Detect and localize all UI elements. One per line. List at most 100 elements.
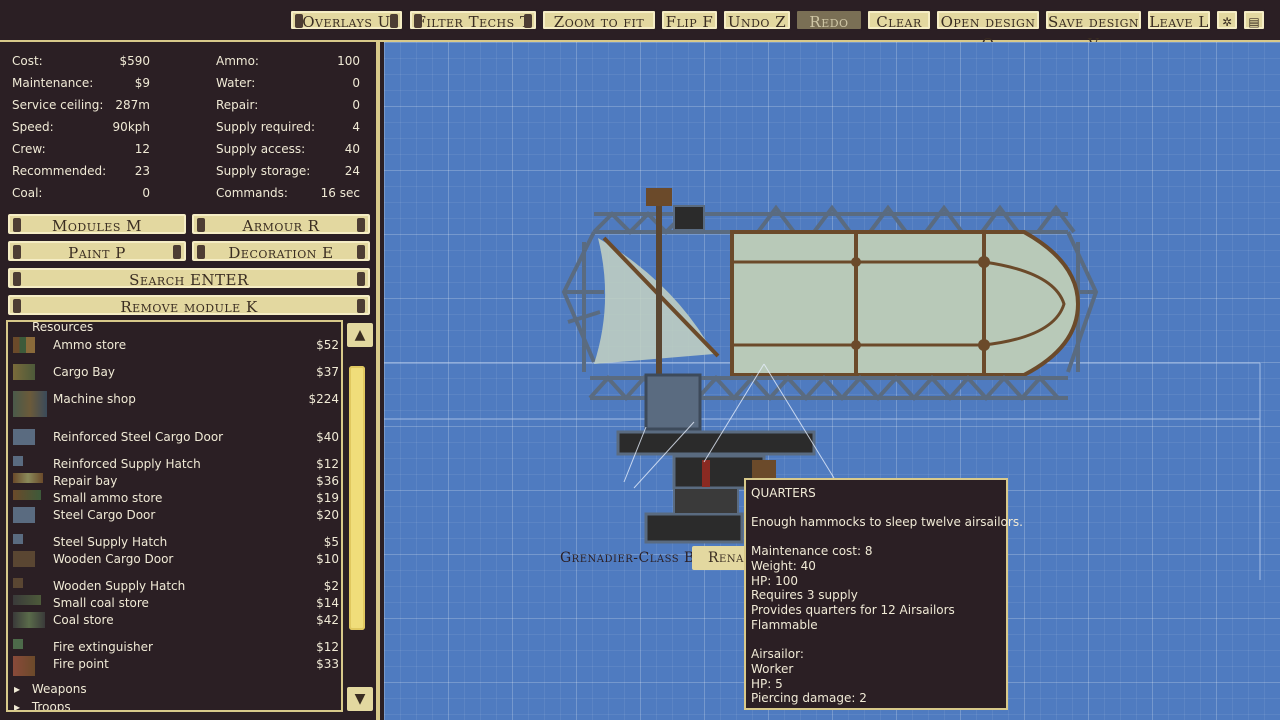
armour-button[interactable]: Armour R (190, 212, 372, 236)
redo-label: Redo (809, 13, 849, 31)
paint-button[interactable]: Paint P (6, 239, 188, 263)
cockpit-module (673, 205, 705, 231)
stat-recommended: Recommended: 23 (12, 163, 150, 179)
item-price: $2 (323, 579, 339, 593)
category-label: Resources (32, 320, 94, 334)
clear-button[interactable]: Clear (866, 9, 932, 31)
button-knob-icon (524, 14, 532, 28)
fire-extinguisher-icon (13, 639, 23, 649)
item-name: Machine shop (53, 392, 136, 406)
rename-button[interactable]: Rename (692, 546, 752, 570)
remove-module-button[interactable]: Remove module K (6, 293, 372, 317)
stat-value: 0 (352, 98, 360, 112)
list-item[interactable]: Fire point $33 (8, 655, 341, 676)
button-knob-icon (173, 245, 181, 259)
wooden-cargo-door-icon (13, 551, 35, 567)
top-turret (646, 188, 672, 206)
scroll-up-button[interactable]: ▲ (346, 322, 374, 348)
list-item[interactable]: Fire extinguisher $12 (8, 638, 341, 656)
item-price: $33 (316, 657, 339, 671)
triangle-up-icon: ▲ (354, 327, 366, 343)
redo-button[interactable]: Redo (795, 9, 863, 31)
button-knob-icon (197, 218, 205, 232)
list-item[interactable]: Cargo Bay $37 (8, 363, 341, 381)
top-toolbar: Overlays U Filter Techs T Zoom to fit Fl… (0, 0, 1280, 53)
flip-label: Flip F (665, 13, 714, 31)
filter-techs-button[interactable]: Filter Techs T (408, 9, 538, 31)
scroll-down-button[interactable]: ▼ (346, 686, 374, 712)
modules-button[interactable]: Modules M (6, 212, 188, 236)
triangle-down-icon: ▼ (354, 691, 366, 707)
armour-label: Armour R (242, 217, 320, 235)
stat-supply-storage: Supply storage: 24 (216, 163, 360, 179)
decoration-button[interactable]: Decoration E (190, 239, 372, 263)
overlays-button[interactable]: Overlays U (289, 9, 404, 31)
paint-label: Paint P (68, 244, 126, 262)
module-list[interactable]: Resources Ammo store $52 Cargo Bay $37 M… (6, 320, 343, 712)
module-list-scrollbar[interactable]: ▲ ▼ (346, 320, 374, 712)
category-resources[interactable]: Resources (32, 320, 94, 334)
button-knob-icon (390, 14, 398, 28)
stat-value: $590 (119, 54, 150, 68)
scroll-thumb[interactable] (349, 366, 365, 630)
tooltip-requires: Requires 3 supply (751, 588, 858, 602)
overlays-label: Overlays U (302, 13, 391, 31)
stat-label: Maintenance: (12, 76, 94, 90)
list-item[interactable]: Ammo store $52 (8, 336, 341, 354)
list-item[interactable]: Small ammo store $19 (8, 489, 341, 507)
category-label: Weapons (31, 682, 87, 696)
item-name: Fire point (53, 657, 109, 671)
button-knob-icon (357, 299, 365, 313)
tooltip-weight: Weight: 40 (751, 559, 816, 573)
stat-label: Water: (216, 76, 256, 90)
settings-button[interactable]: ✲ (1215, 9, 1239, 31)
item-price: $224 (308, 392, 339, 406)
stat-supply-required: Supply required: 4 (216, 119, 360, 135)
item-price: $14 (316, 596, 339, 610)
stat-value: 100 (337, 54, 360, 68)
list-item[interactable]: Coal store $42 (8, 611, 341, 629)
list-item[interactable]: Wooden Supply Hatch $2 (8, 577, 341, 595)
stat-label: Ammo: (216, 54, 259, 68)
expand-arrow-icon: ▸ (14, 700, 21, 712)
stat-value: 287m (115, 98, 150, 112)
book-icon: ▤ (1248, 15, 1260, 29)
button-knob-icon (414, 14, 422, 28)
repair-bay-icon (13, 473, 43, 483)
zoom-to-fit-button[interactable]: Zoom to fit (541, 9, 657, 31)
stat-label: Coal: (12, 186, 43, 200)
stat-value: 0 (352, 76, 360, 90)
list-item[interactable]: Small coal store $14 (8, 594, 341, 612)
category-troops[interactable]: ▸ Troops (14, 700, 71, 712)
stat-value: 90kph (112, 120, 150, 134)
flip-button[interactable]: Flip F (660, 9, 719, 31)
stat-value: $9 (134, 76, 150, 90)
item-name: Cargo Bay (53, 365, 115, 379)
undo-button[interactable]: Undo Z (722, 9, 792, 31)
item-name: Coal store (53, 613, 114, 627)
gear-icon: ✲ (1221, 15, 1233, 29)
list-item[interactable]: Repair bay $36 (8, 472, 341, 490)
save-design-button[interactable]: Save design V (1044, 9, 1143, 53)
tooltip-crew-hp: HP: 5 (751, 677, 783, 691)
tooltip-description: Enough hammocks to sleep twelve airsailo… (751, 515, 1023, 529)
item-price: $20 (316, 508, 339, 522)
button-knob-icon (295, 14, 303, 28)
list-item[interactable]: Machine shop $224 (8, 390, 341, 417)
leave-button[interactable]: Leave L (1146, 9, 1212, 31)
stat-value: 4 (352, 120, 360, 134)
stat-label: Service ceiling: (12, 98, 104, 112)
search-button[interactable]: Search ENTER (6, 266, 372, 290)
help-book-button[interactable]: ▤ (1242, 9, 1266, 31)
list-item[interactable]: Reinforced Supply Hatch $12 (8, 455, 341, 473)
gas-envelope (730, 230, 1081, 377)
item-name: Wooden Cargo Door (53, 552, 174, 566)
button-knob-icon (357, 245, 365, 259)
open-design-button[interactable]: Open design O (935, 9, 1041, 53)
tooltip-provides: Provides quarters for 12 Airsailors (751, 603, 955, 617)
list-item[interactable]: Reinforced Steel Cargo Door $40 (8, 428, 341, 446)
category-weapons[interactable]: ▸ Weapons (14, 682, 87, 696)
list-item[interactable]: Steel Cargo Door $20 (8, 506, 341, 524)
list-item[interactable]: Wooden Cargo Door $10 (8, 550, 341, 568)
list-item[interactable]: Steel Supply Hatch $5 (8, 533, 341, 551)
